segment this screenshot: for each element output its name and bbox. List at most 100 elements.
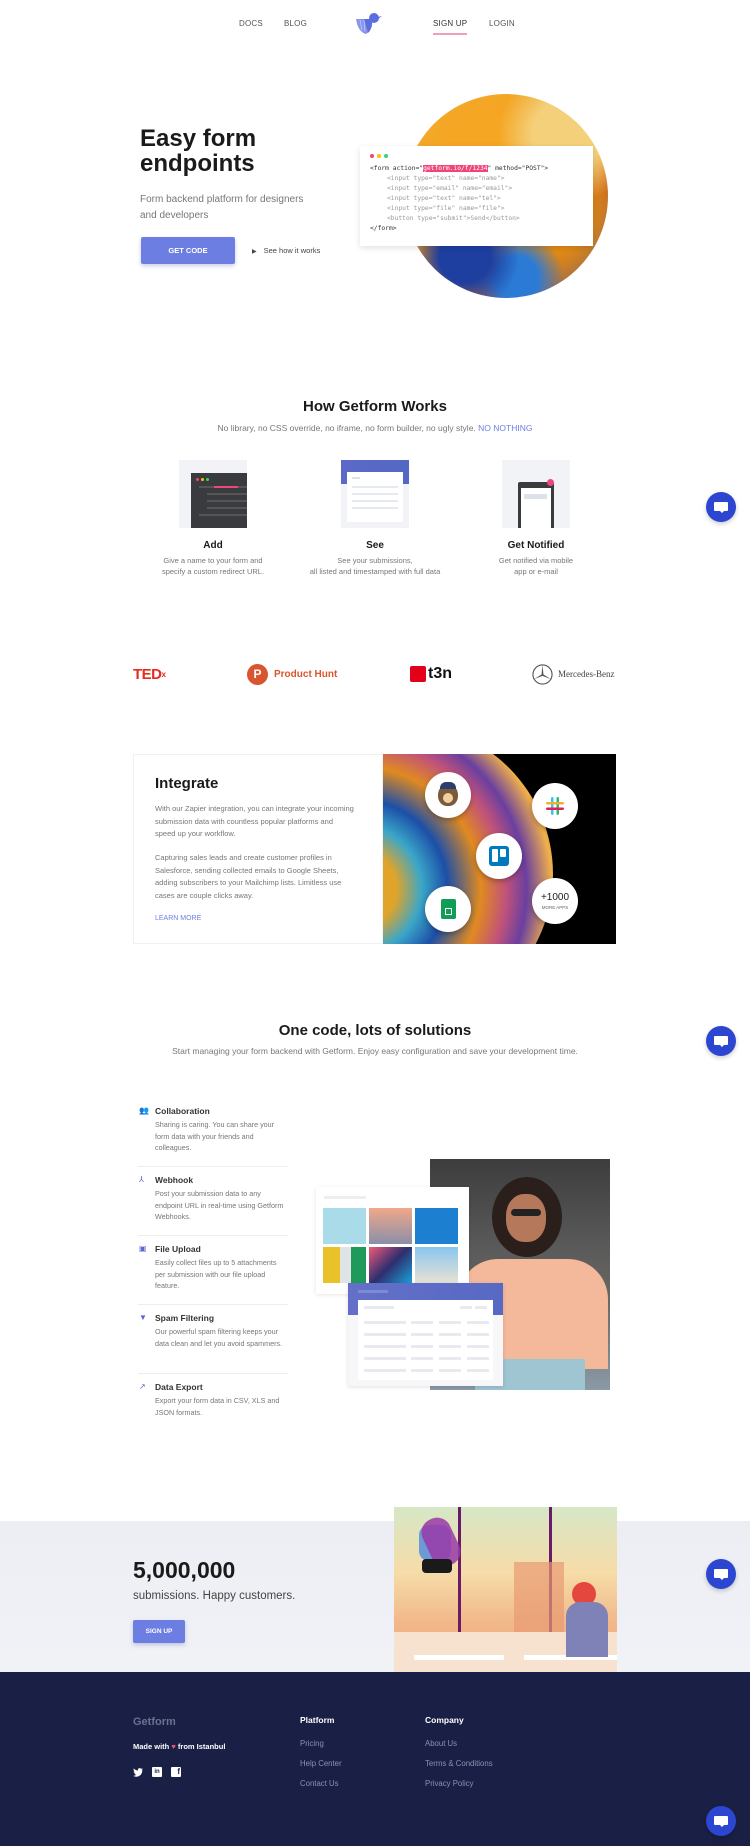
signup-button[interactable]: SIGN UP (133, 1620, 185, 1643)
submissions-label: submissions. Happy customers. (133, 1590, 296, 1602)
learn-more-link[interactable]: LEARN MORE (155, 915, 201, 922)
linkedin-icon[interactable]: in (152, 1767, 162, 1777)
footer-link-terms[interactable]: Terms & Conditions (425, 1759, 493, 1768)
dashboard-illustration (341, 460, 409, 528)
play-icon: ▶ (252, 249, 257, 255)
gallery-tile (369, 1208, 412, 1244)
step-add: Add Give a name to your form and specify … (123, 460, 303, 577)
users-icon: 👥 (139, 1106, 149, 1115)
chat-bubble-icon[interactable] (706, 1559, 736, 1589)
see-how-it-works-link[interactable]: ▶ See how it works (252, 246, 320, 255)
feature-desc: Our powerful spam filtering keeps your d… (155, 1327, 283, 1348)
footer: Getform Made with ♥ from Istanbul in f P… (0, 1672, 750, 1846)
more-apps-count: +1000 (540, 892, 570, 903)
tedx-logo: TED x (133, 665, 166, 683)
footer-platform-column: Platform Pricing Help Center Contact Us (300, 1715, 342, 1799)
footer-link-privacy[interactable]: Privacy Policy (425, 1779, 493, 1788)
feature-spam-filtering: ▼ Spam Filtering Our powerful spam filte… (138, 1313, 288, 1349)
trello-icon (476, 833, 522, 879)
feature-title: Spam Filtering (155, 1313, 215, 1323)
see-how-label: See how it works (263, 246, 321, 255)
feature-desc: Easily collect files up to 5 attachments… (155, 1258, 277, 1290)
step-desc: Get notified via mobile app or e-mail (498, 556, 574, 576)
code-line: <input type="file" name="file"> (387, 205, 505, 212)
hero-subtitle: Form backend platform for designers and … (140, 194, 304, 221)
photo-gallery-card (316, 1187, 469, 1294)
filter-icon: ▼ (139, 1313, 147, 1322)
more-apps-label: MORE APPS (541, 905, 569, 910)
bird-logo-icon[interactable] (356, 12, 382, 34)
feature-webhook: ⅄ Webhook Post your submission data to a… (138, 1175, 288, 1223)
mercedes-star-icon (532, 663, 553, 685)
t3n-icon (410, 666, 426, 682)
mailchimp-icon (425, 772, 471, 818)
nav-login[interactable]: LOGIN (489, 19, 515, 28)
feature-data-export: ↗ Data Export Export your form data in C… (138, 1382, 288, 1418)
how-subtitle: No library, no CSS override, no iframe, … (217, 423, 533, 433)
window-dots (370, 154, 583, 158)
feature-title: Webhook (155, 1175, 194, 1185)
get-code-button[interactable]: GET CODE (141, 237, 235, 264)
code-line: <input type="text" name="tel"> (387, 195, 501, 202)
feature-desc: Export your form data in CSV, XLS and JS… (155, 1396, 280, 1417)
nav-signup[interactable]: SIGN UP (433, 19, 468, 35)
gallery-tile (323, 1208, 366, 1244)
t3n-logo: t3n (410, 664, 452, 684)
slack-icon (532, 783, 578, 829)
code-snippet-card: <form action="getform.io/f/1234" method=… (360, 146, 593, 246)
step-desc: See your submissions, all listed and time… (309, 556, 441, 576)
mobile-notification-illustration (502, 460, 570, 528)
twitter-icon[interactable] (133, 1767, 143, 1777)
feature-title: File Upload (155, 1244, 201, 1254)
footer-link-pricing[interactable]: Pricing (300, 1739, 342, 1748)
integrate-p2: Capturing sales leads and create custome… (155, 853, 342, 900)
step-see: See See your submissions, all listed and … (285, 460, 465, 577)
footer-col-title: Company (425, 1715, 464, 1725)
more-apps-badge: +1000 MORE APPS (532, 878, 578, 924)
nav-blog[interactable]: BLOG (284, 19, 307, 28)
code-editor-illustration (179, 460, 247, 528)
heart-icon: ♥ (171, 1742, 176, 1751)
hero-title-line2: endpoints (140, 150, 255, 177)
footer-link-about-us[interactable]: About Us (425, 1739, 493, 1748)
submissions-count: 5,000,000 (133, 1557, 236, 1583)
step-desc: Give a name to your form and specify a cu… (161, 556, 265, 576)
gallery-tile (369, 1247, 412, 1283)
feature-desc: Post your submission data to any endpoin… (155, 1189, 284, 1221)
gallery-tile (415, 1208, 458, 1244)
product-hunt-icon: P (247, 663, 268, 685)
facebook-icon[interactable]: f (171, 1767, 181, 1777)
mercedes-logo: Mercedes-Benz (532, 663, 614, 685)
footer-company-column: Company About Us Terms & Conditions Priv… (425, 1715, 493, 1799)
code-line: <input type="email" name="email"> (387, 185, 513, 192)
feature-title: Collaboration (155, 1106, 210, 1116)
chat-bubble-icon[interactable] (706, 492, 736, 522)
footer-brand: Getform (133, 1716, 176, 1728)
submissions-table-card (348, 1283, 503, 1386)
divider (138, 1373, 288, 1374)
top-nav: DOCS BLOG SIGN UP LOGIN (0, 0, 750, 48)
feature-file-upload: ▣ File Upload Easily collect files up to… (138, 1244, 288, 1292)
divider (138, 1235, 288, 1236)
solutions-title: One code, lots of solutions (278, 1022, 472, 1039)
chat-bubble-icon[interactable] (706, 1026, 736, 1056)
step-title: Get Notified (507, 540, 565, 551)
google-sheets-icon (425, 886, 471, 932)
footer-col-title: Platform (300, 1715, 335, 1725)
office-illustration (394, 1507, 617, 1672)
how-title: How Getform Works (303, 398, 447, 415)
chat-bubble-icon[interactable] (706, 1806, 736, 1836)
step-title: Add (203, 540, 223, 551)
code-line: </form> (370, 225, 397, 232)
nav-docs[interactable]: DOCS (239, 19, 263, 28)
webhook-icon: ⅄ (139, 1175, 144, 1184)
feature-title: Data Export (155, 1382, 203, 1392)
gallery-tile (415, 1247, 458, 1283)
integrate-title: Integrate (155, 775, 219, 792)
hero-title: Easy form endpoints (140, 126, 340, 176)
footer-link-help-center[interactable]: Help Center (300, 1759, 342, 1768)
divider (138, 1166, 288, 1167)
stats-section (0, 1521, 750, 1672)
code-line: <form action="getform.io/f/1234" method=… (370, 165, 549, 172)
footer-link-contact-us[interactable]: Contact Us (300, 1779, 342, 1788)
